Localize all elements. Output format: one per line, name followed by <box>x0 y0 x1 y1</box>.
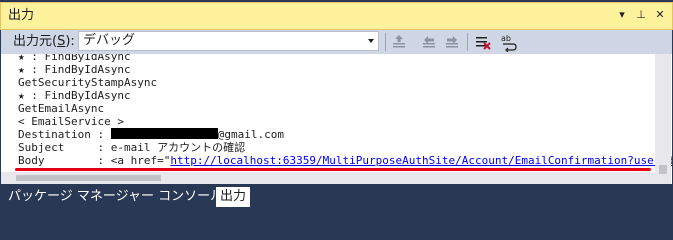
toolbar-separator <box>467 33 468 51</box>
bottom-tab-strip: パッケージ マネージャー コンソール 出力 <box>0 184 673 209</box>
destination-line: Destination : @gmail.com <box>18 128 284 141</box>
source-select[interactable]: デバッグ <box>78 31 379 51</box>
close-icon[interactable]: ✕ <box>652 6 668 24</box>
output-text-pane[interactable]: ★ : FindByIdAsync ★ : FindByIdAsync GetSec… <box>1 54 672 184</box>
clear-all-icon[interactable] <box>473 32 493 52</box>
word-wrap-icon[interactable]: ab <box>499 32 519 52</box>
output-toolbar: 出力元(S): デバッグ ab <box>1 30 672 54</box>
previous-message-icon[interactable] <box>420 32 440 52</box>
window-dropdown-icon[interactable]: ▾ <box>614 6 630 24</box>
toolbar-separator <box>385 33 386 51</box>
tab-output[interactable]: 出力 <box>216 187 250 207</box>
go-to-message-icon[interactable] <box>390 32 410 52</box>
subject-line: Subject : e-mail アカウントの確認 <box>18 141 246 154</box>
output-window: 出力 ▾ ⊥ ✕ 出力元(S): デバッグ ab ★: FindByIdAsy… <box>0 0 673 209</box>
source-select-value: デバッグ <box>83 33 136 48</box>
vertical-scrollbar[interactable] <box>655 54 671 184</box>
body-line: Body : <a href="http://localhost:63359/M… <box>18 154 672 167</box>
next-message-icon[interactable] <box>443 32 463 52</box>
chevron-down-icon[interactable] <box>368 39 374 43</box>
window-title: 出力 <box>8 8 35 23</box>
horizontal-scrollbar[interactable] <box>1 172 655 184</box>
vertical-scroll-thumb[interactable] <box>659 165 667 174</box>
output-line: GetEmailAsync <box>18 102 105 115</box>
red-highlight-underline <box>15 168 651 171</box>
confirmation-link[interactable]: http://localhost:63359/MultiPurposeAuthS… <box>170 154 672 167</box>
redacted-email <box>110 128 218 139</box>
svg-text:ab: ab <box>501 34 511 43</box>
output-line: ★ : FindByIdAsync <box>18 89 131 102</box>
output-line: < EmailService > <box>18 115 124 128</box>
source-label: 出力元(S): <box>13 34 75 49</box>
output-line: GetSecurityStampAsync <box>18 76 158 89</box>
output-line: ★ : FindByIdAsync <box>18 54 131 63</box>
tab-package-manager-console[interactable]: パッケージ マネージャー コンソール <box>8 187 223 207</box>
output-line: ★ : FindByIdAsync <box>18 63 131 76</box>
window-titlebar[interactable]: 出力 ▾ ⊥ ✕ <box>0 2 673 30</box>
horizontal-scroll-thumb[interactable] <box>16 175 161 181</box>
pin-icon[interactable]: ⊥ <box>633 6 649 24</box>
output-text: ★ : FindByIdAsync ★ : FindByIdAsync GetSec… <box>18 54 672 167</box>
